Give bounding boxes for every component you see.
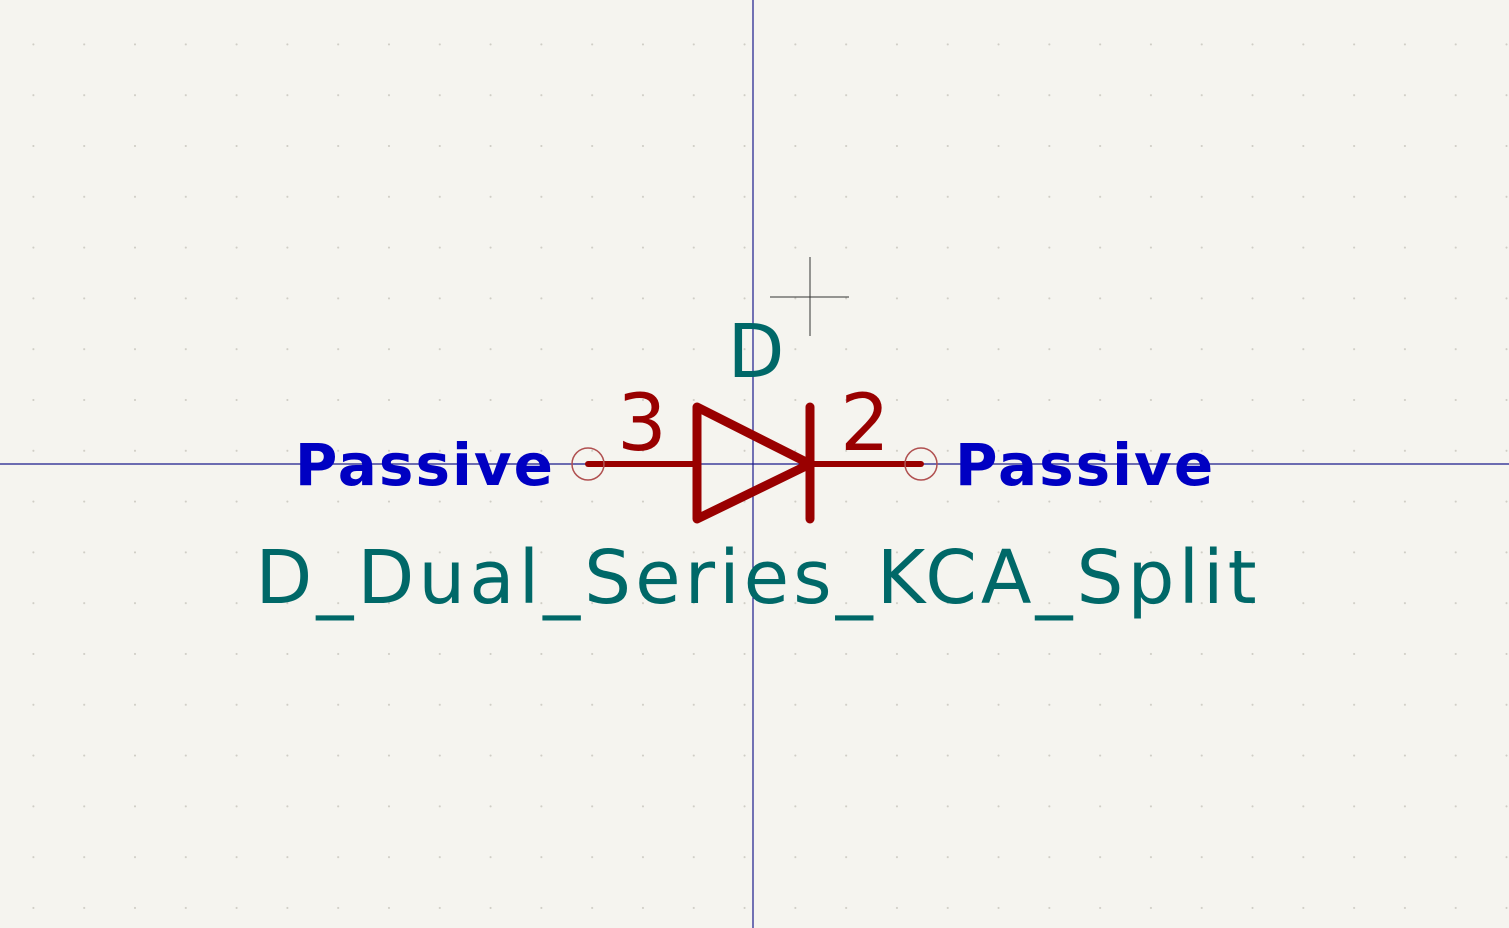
pin-2-type: Passive (955, 431, 1215, 499)
pin-2-number: 2 (840, 379, 890, 469)
value-field[interactable]: D_Dual_Series_KCA_Split (255, 535, 1260, 621)
schematic-canvas[interactable]: D 3 Passive 2 Passive D_Dual_Series_KCA_… (0, 0, 1509, 928)
pin-3[interactable]: 3 Passive (295, 379, 700, 499)
reference-field[interactable]: D (728, 309, 785, 395)
pin-3-type: Passive (295, 431, 555, 499)
pin-2[interactable]: 2 Passive (807, 379, 1215, 499)
pin-3-number: 3 (617, 379, 667, 469)
symbol-drawing[interactable]: D 3 Passive 2 Passive D_Dual_Series_KCA_… (0, 0, 1509, 928)
